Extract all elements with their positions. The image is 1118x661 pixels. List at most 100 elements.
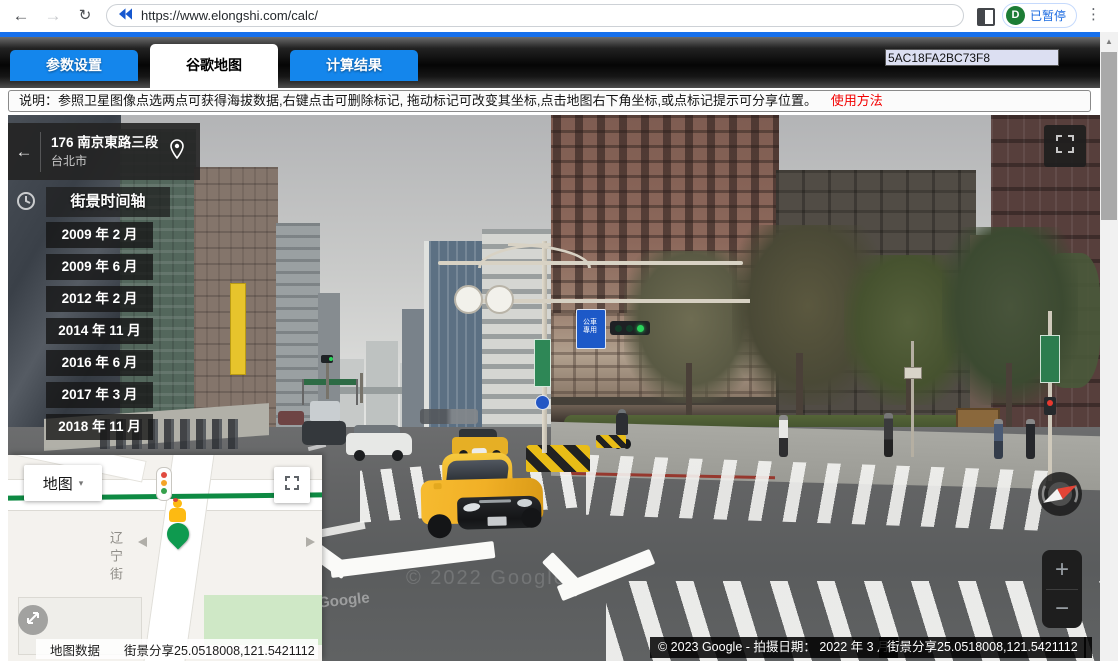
zoom-in-button[interactable]: + [1042, 550, 1082, 589]
traffic-light-icon [156, 467, 172, 501]
gantry-post [356, 379, 358, 405]
light-red [161, 472, 167, 478]
distant-gantry [302, 379, 358, 385]
signal-lens-green [637, 325, 644, 332]
bus [310, 401, 340, 423]
pedestrian [884, 413, 893, 457]
browser-window: ← → ↻ https://www.elongshi.com/calc/ D 已… [0, 0, 1118, 661]
gantry-post [302, 379, 304, 405]
expand-icon [25, 610, 41, 631]
green-street-sign [534, 339, 551, 387]
bus-lane-sign-text: 公車專用 [582, 319, 598, 335]
timeline-item[interactable]: 2012 年 2 月 [46, 286, 153, 312]
timeline-item[interactable]: 2016 年 6 月 [46, 350, 153, 376]
place-pin-icon[interactable] [170, 139, 200, 164]
reload-icon[interactable]: ↻ [72, 3, 98, 29]
round-sign [485, 285, 514, 314]
signal-lens [615, 325, 622, 332]
car [302, 421, 346, 445]
license-plate [487, 516, 506, 525]
street-view-panel: 公車專用 [8, 115, 1100, 661]
green-street-sign [1040, 335, 1060, 383]
nav-arrow-left[interactable] [138, 537, 147, 547]
pegman-marker [162, 518, 193, 549]
striped-barrier [596, 435, 626, 448]
fullscreen-button[interactable] [1044, 125, 1086, 167]
timeline-item[interactable]: 2017 年 3 月 [46, 382, 153, 408]
tab-parameters[interactable]: 参数设置 [10, 50, 138, 81]
timeline-item[interactable]: 2014 年 11 月 [46, 318, 153, 344]
signal-lens-green [329, 357, 333, 361]
light-amber [161, 480, 167, 486]
timeline-item[interactable]: 2009 年 6 月 [46, 254, 153, 280]
address-title: 176 南京東路三段 [51, 134, 170, 153]
tab-google-map[interactable]: 谷歌地图 [150, 44, 278, 88]
wheel [427, 514, 452, 539]
bus-lane-sign: 公車專用 [576, 309, 606, 349]
signal-lens [626, 325, 633, 332]
url-text[interactable]: https://www.elongshi.com/calc/ [141, 8, 318, 23]
traffic-signal-horizontal [610, 321, 650, 335]
url-bar[interactable]: https://www.elongshi.com/calc/ [106, 4, 964, 27]
pedestrian [994, 419, 1003, 459]
instruction-bar: 说明：参照卫星图像点选两点可获得海拔数据,右键点击可删除标记, 拖动标记可改变其… [8, 90, 1091, 112]
zoom-control: + − [1042, 550, 1082, 628]
vertical-banner-sign [230, 283, 246, 375]
map-type-label: 地图 [43, 473, 73, 494]
session-code-input[interactable] [885, 49, 1059, 66]
minimap-attribution: 地图数据 街景分享25.0518008,121.5421112 [36, 639, 318, 659]
signal-pole [326, 361, 329, 399]
profile-status-label: 已暂停 [1030, 7, 1066, 24]
browser-toolbar: ← → ↻ https://www.elongshi.com/calc/ D 已… [0, 0, 1118, 32]
cars-distant [420, 409, 478, 424]
usage-link[interactable]: 使用方法 [831, 93, 883, 108]
wheel [354, 450, 365, 461]
compass-control[interactable] [1037, 471, 1083, 517]
panel-icon[interactable] [977, 8, 995, 26]
signal-pole [911, 341, 914, 457]
pedestrian [1026, 419, 1035, 459]
taxi-mirror [434, 483, 442, 489]
instruction-text: 说明：参照卫星图像点选两点可获得海拔数据,右键点击可删除标记, 拖动标记可改变其… [19, 93, 817, 108]
pegman[interactable] [158, 499, 198, 555]
signal-pole [360, 373, 363, 403]
zoom-out-button[interactable]: − [1042, 589, 1082, 628]
tab-results[interactable]: 计算结果 [290, 50, 418, 81]
round-sign [454, 285, 483, 314]
minimap-expand-button[interactable] [18, 605, 48, 635]
timeline-item[interactable]: 2018 年 11 月 [46, 414, 153, 440]
light-green [161, 488, 167, 494]
chevron-down-icon: ▾ [79, 478, 84, 489]
pegman-body [169, 508, 186, 522]
back-arrow-icon[interactable]: ← [8, 142, 40, 162]
rider-body [616, 413, 628, 435]
google-watermark: © 2022 Google [406, 567, 567, 590]
menu-icon[interactable]: ⋮ [1086, 5, 1100, 23]
scrollbar-thumb[interactable] [1101, 52, 1117, 220]
share-coords-label[interactable]: 街景分享25.0518008,121.5421112 [124, 640, 315, 659]
scrollbar[interactable]: ▲ [1100, 32, 1118, 661]
mini-map[interactable]: 地图 ▾ 辽宁街 地图数据 [8, 455, 322, 661]
profile-badge[interactable]: D 已暂停 [1002, 3, 1077, 28]
address-subtitle: 台北市 [51, 152, 170, 169]
forward-icon[interactable]: → [40, 3, 66, 29]
scroll-up-icon[interactable]: ▲ [1100, 37, 1118, 46]
attribution-stub [1084, 637, 1092, 658]
fullscreen-icon [285, 476, 299, 495]
minimap-fullscreen-button[interactable] [274, 467, 310, 503]
street-name-label: 辽宁街 [106, 531, 125, 585]
signal-lens-red [1047, 400, 1053, 406]
avatar: D [1006, 6, 1025, 25]
taxi [420, 449, 550, 548]
nav-arrow-right[interactable] [306, 537, 315, 547]
copyright-pill: © 2023 Google - 拍摄日期： 2022 年 3 月 [650, 637, 898, 658]
share-coords-pill[interactable]: 街景分享25.0518008,121.5421112 [879, 637, 1086, 658]
small-sign [904, 367, 922, 379]
map-data-label[interactable]: 地图数据 [50, 640, 100, 659]
car-white [346, 423, 412, 461]
map-type-button[interactable]: 地图 ▾ [24, 465, 102, 501]
timeline-item[interactable]: 2009 年 2 月 [46, 222, 153, 248]
wheel [392, 450, 403, 461]
back-icon[interactable]: ← [8, 3, 34, 29]
pegman-cap [173, 498, 178, 502]
